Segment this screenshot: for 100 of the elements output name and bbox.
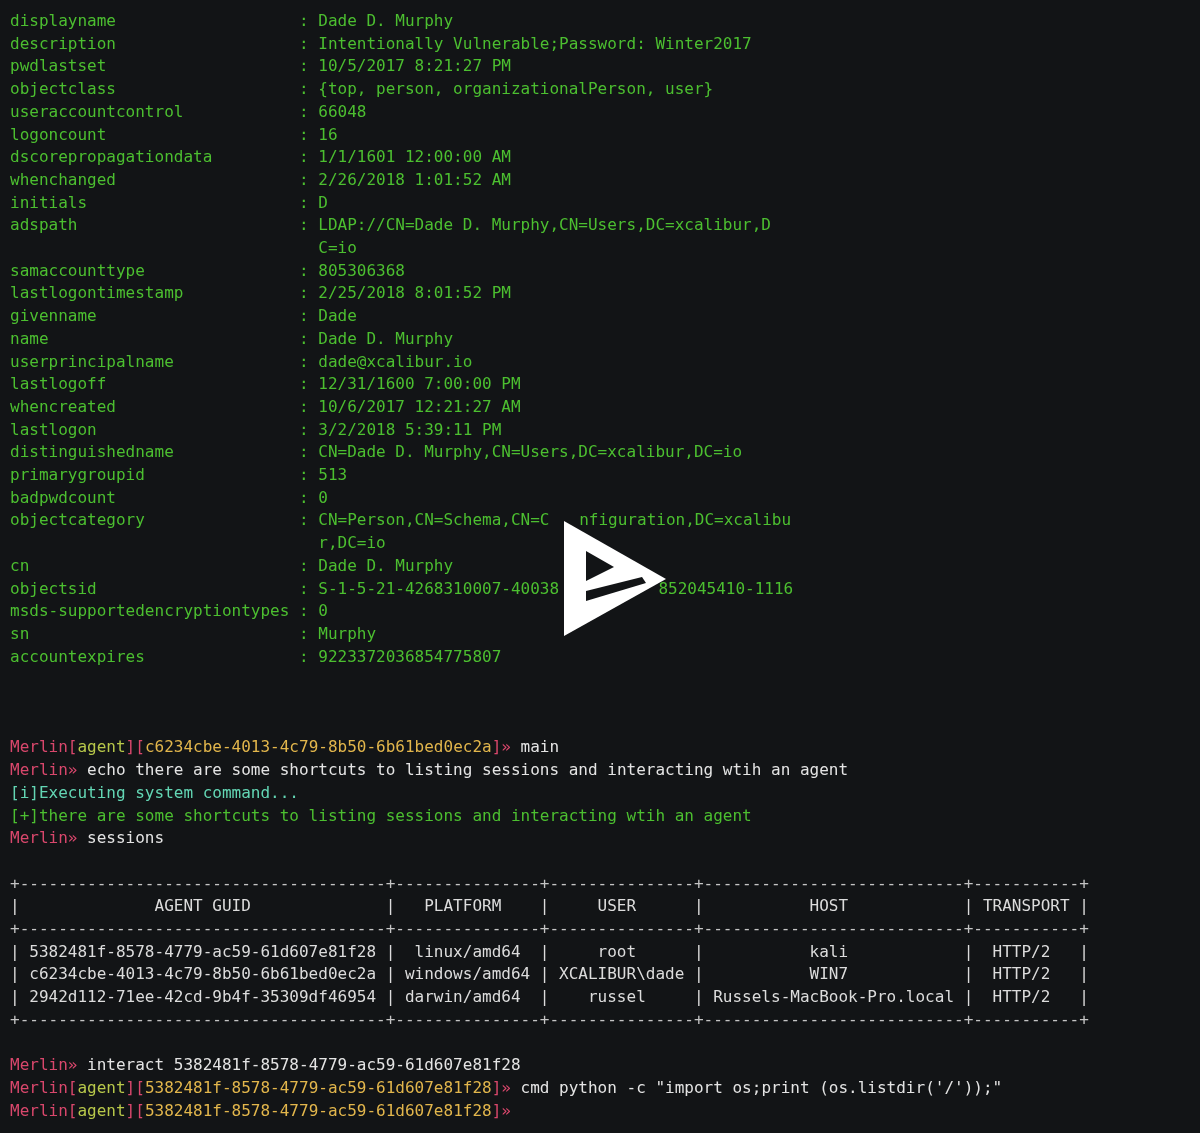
separator: : — [299, 100, 310, 123]
separator: : — [299, 55, 310, 78]
attribute-value: LDAP://CN=Dade D. Murphy,CN=Users,DC=xcalibur,D — [318, 214, 771, 237]
attribute-value: Murphy — [318, 623, 377, 645]
attribute-value: CN=Person,CN=Schema,CN=C — [318, 509, 550, 532]
attribute-value: {top, person, organizationalPerson, user} — [318, 78, 714, 101]
separator: : — [299, 214, 310, 237]
attribute-name: name — [10, 327, 50, 350]
table-border-line: +--------------------------------------+---------------+---------------+---------------------------+-----------+ — [10, 918, 1089, 940]
separator: : — [299, 554, 310, 577]
attribute-value: 2/25/2018 8:01:52 PM — [318, 282, 511, 305]
terminal-line: Merlin» echo there are some shortcuts to listing sessions and interacting wtih an agent — [10, 759, 849, 782]
attribute-name: objectclass — [10, 78, 117, 101]
separator: : — [299, 32, 310, 55]
terminal-line: Merlin[agent][5382481f-8578-4779-ac59-61d607e81f28]» cmd python -c "import os;print (os.listdir('/'));" — [10, 1076, 1003, 1099]
attribute-name: objectsid — [10, 577, 98, 600]
attribute-name: displayname — [10, 10, 117, 32]
terminal-line: Merlin[agent][5382481f-8578-4779-ac59-61d607e81f28]» — [10, 1099, 511, 1122]
table-row-text: | 5382481f-8578-4779-ac59-61d607e81f28 | linux/amd64 | root | kali | HTTP/2 | — [10, 940, 1089, 963]
separator: : — [299, 146, 310, 169]
attribute-value: 3/2/2018 5:39:11 PM — [318, 418, 502, 441]
attribute-value: 66048 — [318, 100, 367, 123]
table-row-text: | c6234cbe-4013-4c79-8b50-6b61bed0ec2a | windows/amd64 | XCALIBUR\dade | WIN7 | HTTP/2 | — [10, 963, 1089, 986]
terminal-line: [+]there are some shortcuts to listing sessions and interacting wtih an agent — [10, 804, 752, 827]
terminal-line: Merlin» interact 5382481f-8578-4779-ac59-61d607e81f28 — [10, 1054, 521, 1077]
attribute-value: Dade D. Murphy — [318, 554, 454, 577]
separator: : — [299, 509, 310, 532]
attribute-value: Dade D. Murphy — [318, 327, 454, 350]
separator: : — [299, 123, 310, 146]
attribute-value: 805306368 — [318, 259, 405, 282]
attribute-value: D — [318, 191, 328, 214]
attribute-value: Dade D. Murphy — [318, 10, 454, 32]
separator: : — [299, 623, 310, 645]
separator: : — [299, 600, 310, 623]
attribute-name: lastlogontimestamp — [10, 282, 185, 305]
attribute-value: 10/6/2017 12:21:27 AM — [318, 395, 521, 418]
attribute-name: adspath — [10, 214, 79, 237]
separator: : — [299, 350, 310, 373]
separator: : — [299, 441, 310, 464]
attribute-value: 0 — [318, 486, 328, 509]
attribute-name: samaccounttype — [10, 259, 146, 282]
separator: : — [299, 577, 310, 600]
separator: : — [299, 259, 310, 282]
attribute-name: useraccountcontrol — [10, 100, 185, 123]
attribute-value: Dade — [318, 305, 357, 328]
table-border-line: +--------------------------------------+---------------+---------------+---------------------------+-----------+ — [10, 872, 1089, 895]
attribute-value: S-1-5-21-4268310007-40038 — [318, 577, 560, 600]
attribute-value: CN=Dade D. Murphy,CN=Users,DC=xcalibur,DC=io — [318, 441, 743, 464]
attribute-value: 12/31/1600 7:00:00 PM — [318, 373, 521, 396]
attribute-value: 1/1/1601 12:00:00 AM — [318, 146, 511, 169]
separator: : — [299, 373, 310, 396]
attribute-name: badpwdcount — [10, 486, 117, 509]
table-row: | 2942d112-71ee-42cd-9b4f-35309df46954 | darwin/amd64 | russel | Russels-MacBook-Pro.local | HTTP/2 | — [10, 986, 1089, 1009]
attribute-value: r,DC=io — [318, 532, 386, 555]
separator: : — [299, 486, 310, 509]
attribute-name: primarygroupid — [10, 464, 146, 487]
attribute-value: Intentionally Vulnerable;Password: Winter2017 — [318, 32, 752, 55]
attribute-value: 10/5/2017 8:21:27 PM — [318, 55, 511, 78]
attribute-name: userprincipalname — [10, 350, 175, 373]
attribute-value: C=io — [318, 237, 357, 260]
terminal-line: [i]Executing system command... — [10, 781, 299, 804]
attribute-name: logoncount — [10, 123, 108, 146]
separator: : — [299, 645, 310, 668]
attribute-value: 16 — [318, 123, 338, 146]
attribute-value: 2/26/2018 1:01:52 AM — [318, 168, 511, 191]
attribute-name: accountexpires — [10, 645, 146, 668]
separator: : — [299, 282, 310, 305]
separator: : — [299, 464, 310, 487]
attribute-value: dade@xcalibur.io — [318, 350, 473, 373]
attribute-value: 0 — [318, 600, 328, 623]
attribute-name: whenchanged — [10, 168, 117, 191]
attribute-value: nfiguration,DC=xcalibu — [579, 509, 792, 532]
attribute-value: 852045410-1116 — [658, 577, 794, 600]
attribute-name: initials — [10, 191, 89, 214]
separator: : — [299, 10, 310, 32]
attribute-value: 9223372036854775807 — [318, 645, 502, 668]
attribute-name: distinguishedname — [10, 441, 175, 464]
table-row: | AGENT GUID | PLATFORM | USER | HOST | TRANSPORT | — [10, 895, 1089, 918]
attribute-name: sn — [10, 623, 31, 645]
attribute-name: lastlogon — [10, 418, 98, 441]
separator: : — [299, 418, 310, 441]
separator: : — [299, 327, 310, 350]
attribute-name: lastlogoff — [10, 373, 108, 396]
attribute-name: pwdlastset — [10, 55, 108, 78]
separator: : — [299, 78, 310, 101]
attribute-name: whencreated — [10, 395, 117, 418]
terminal-line: Merlin[agent][c6234cbe-4013-4c79-8b50-6b61bed0ec2a]» main — [10, 736, 560, 759]
separator: : — [299, 191, 310, 214]
separator: : — [299, 395, 310, 418]
separator: : — [299, 305, 310, 328]
table-border-line: +--------------------------------------+---------------+---------------+---------------------------+-----------+ — [10, 1008, 1089, 1031]
terminal-line: Merlin» sessions — [10, 827, 165, 850]
attribute-name: givenname — [10, 305, 98, 328]
separator: : — [299, 168, 310, 191]
attribute-name: cn — [10, 554, 31, 577]
attribute-value: 513 — [318, 464, 348, 487]
attribute-name: dscorepropagationdata — [10, 146, 214, 169]
attribute-name: objectcategory — [10, 509, 146, 532]
attribute-name: msds-supportedencryptiontypes — [10, 600, 291, 623]
attribute-name: description — [10, 32, 117, 55]
